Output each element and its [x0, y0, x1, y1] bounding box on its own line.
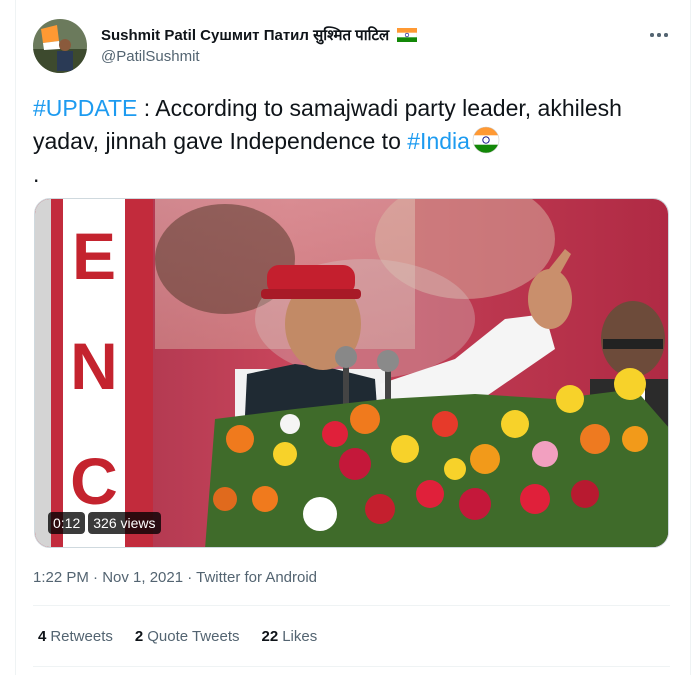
video-player[interactable]: E N C: [34, 198, 669, 548]
likes-count: 22: [261, 628, 279, 645]
india-flag-emoji-icon: [472, 126, 500, 154]
author-name[interactable]: Sushmit Patil Сушмит Патил सुश्मित पाटिल: [101, 25, 418, 46]
banner-letter-e: E: [72, 219, 116, 293]
banner-letter-c: C: [70, 444, 118, 518]
divider-top: [33, 605, 670, 606]
author-display-name[interactable]: Sushmit Patil Сушмит Патил सुश्मित पाटिल: [101, 27, 389, 44]
tweet-trailing: .: [33, 161, 40, 187]
hashtag-india[interactable]: #India: [407, 128, 470, 154]
video-duration: 0:12: [48, 512, 86, 534]
tweet-text: #UPDATE : According to samajwadi party l…: [33, 92, 673, 191]
engagement-stats: 4 Retweets 2 Quote Tweets 22 Likes: [38, 628, 317, 645]
author-handle[interactable]: @PatilSushmit: [101, 48, 200, 65]
likes-label: Likes: [282, 628, 318, 645]
quote-tweets-count: 2: [134, 628, 144, 645]
india-flag-icon: [397, 27, 418, 46]
more-options-icon[interactable]: [648, 26, 670, 42]
avatar[interactable]: [33, 19, 87, 73]
quote-tweets-stat[interactable]: 2 Quote Tweets: [135, 628, 240, 645]
video-views: 326 views: [88, 512, 161, 534]
retweets-count: 4: [38, 628, 47, 645]
retweets-stat[interactable]: 4 Retweets: [38, 628, 113, 645]
hashtag-update[interactable]: #UPDATE: [33, 95, 137, 121]
video-thumbnail: E N C: [35, 199, 668, 547]
banner-letter-n: N: [70, 329, 118, 403]
retweets-label: Retweets: [50, 628, 113, 645]
tweet-meta[interactable]: 1:22 PM · Nov 1, 2021 · Twitter for Andr…: [33, 569, 317, 586]
divider-bottom: [33, 666, 670, 667]
likes-stat[interactable]: 22 Likes: [262, 628, 318, 645]
video-badges: 0:12 326 views: [48, 512, 161, 534]
quote-tweets-label: Quote Tweets: [147, 628, 240, 645]
